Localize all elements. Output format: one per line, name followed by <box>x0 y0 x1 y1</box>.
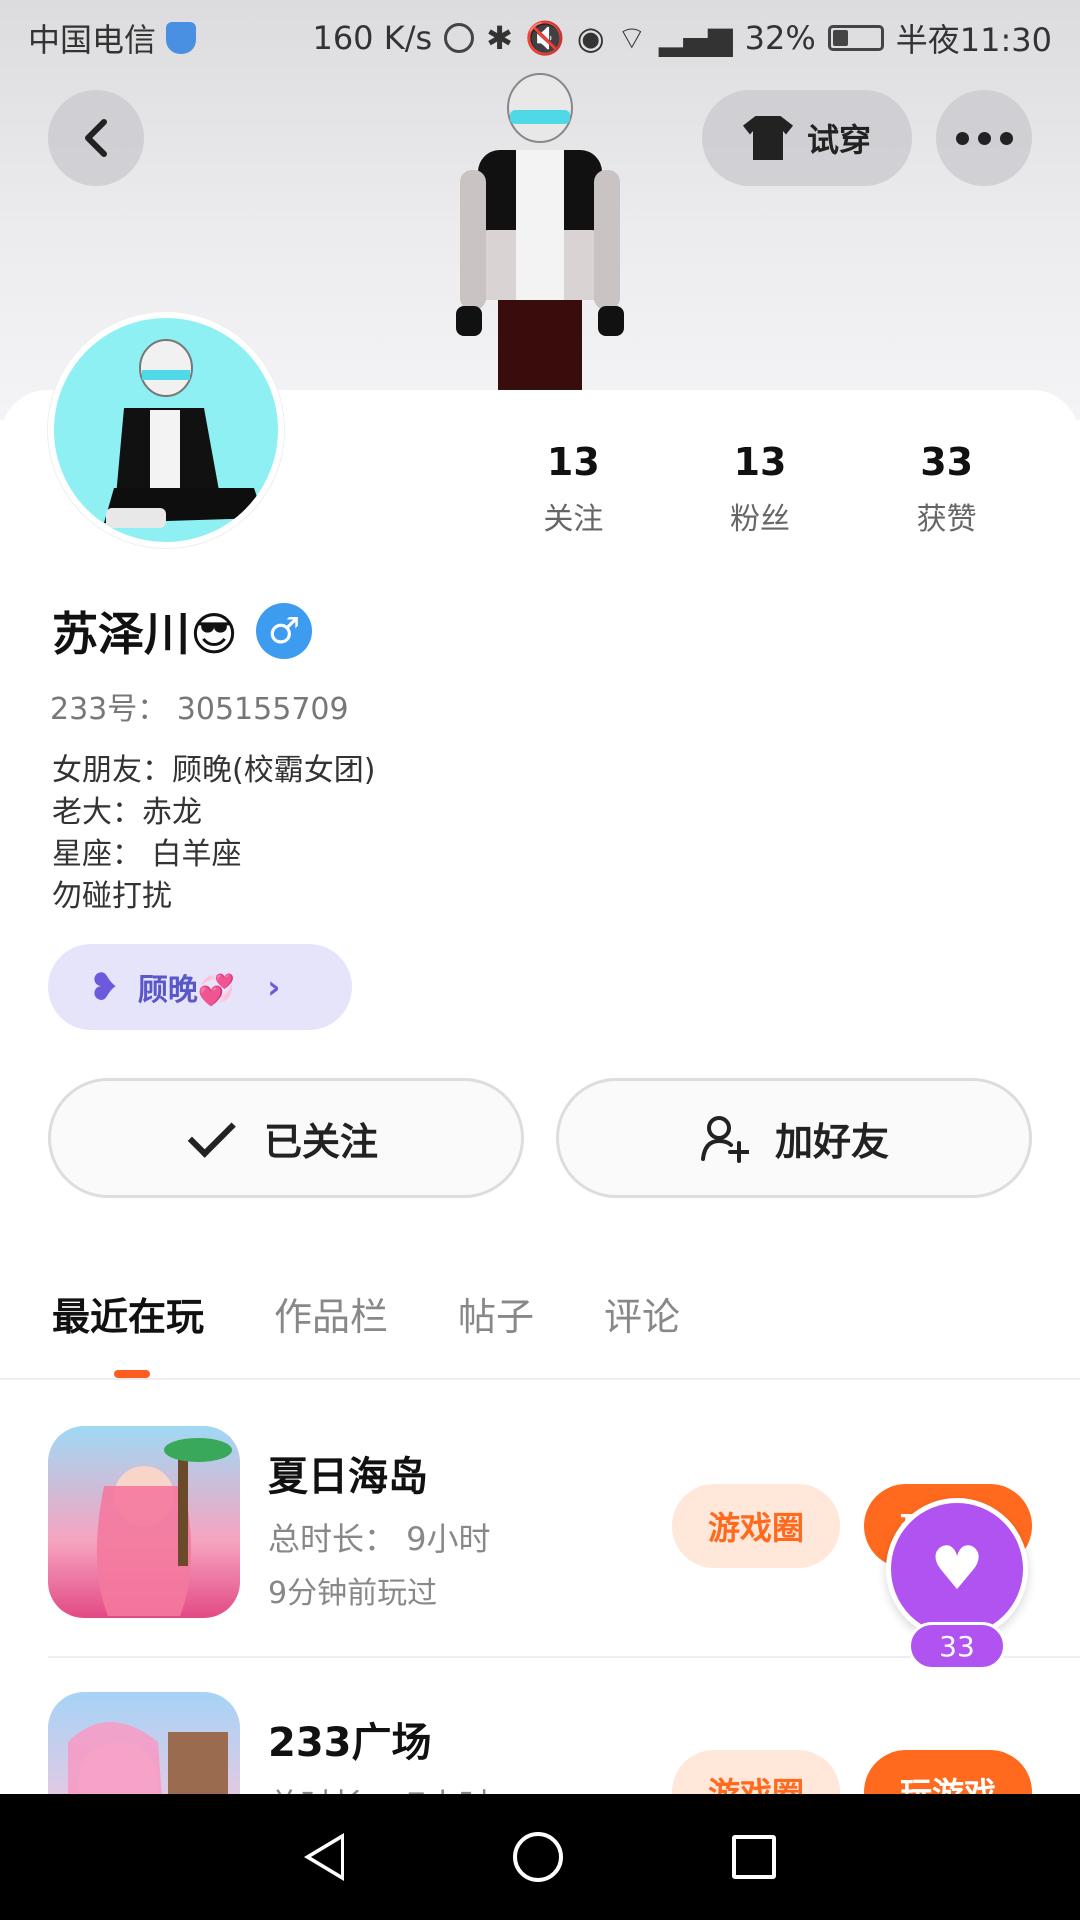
nav-back-icon[interactable] <box>304 1833 345 1881</box>
divider <box>0 1378 1080 1380</box>
check-icon <box>187 1109 236 1158</box>
try-on-button[interactable]: 试穿 <box>702 90 912 186</box>
like-button[interactable]: ♥ <box>886 1498 1028 1640</box>
game-title: 夏日海岛 <box>268 1454 428 1500</box>
signal-icon: ▂▄▆ <box>658 19 733 57</box>
stat-value: 33 <box>920 440 974 484</box>
game-circle-button[interactable]: 游戏圈 <box>672 1484 840 1568</box>
tab-comments[interactable]: 评论 <box>604 1286 680 1341</box>
status-bar: 中国电信 160 K/s ✱ 🔇 ◉ ⌔ ▂▄▆ 32% 半夜11:30 <box>0 0 1080 76</box>
name-row: 苏泽川😎 ♂ <box>52 598 312 664</box>
game-thumbnail[interactable] <box>48 1426 240 1618</box>
nav-home-icon[interactable] <box>512 1832 563 1882</box>
add-person-icon <box>700 1116 749 1163</box>
tab-posts[interactable]: 帖子 <box>458 1286 534 1341</box>
heart-icon: ❥ <box>88 965 120 1009</box>
stat-label: 关注 <box>543 502 604 537</box>
user-name: 苏泽川😎 <box>52 607 238 661</box>
followed-button[interactable]: 已关注 <box>48 1078 524 1198</box>
game-last-played: 9分钟前玩过 <box>268 1576 438 1611</box>
eye-icon: ◉ <box>576 19 605 57</box>
nav-recents-icon[interactable] <box>731 1835 776 1879</box>
notification-icon <box>444 23 475 53</box>
avatar-image <box>104 339 264 528</box>
relationship-chip[interactable]: ❥ 顾晚💞 › <box>48 944 352 1030</box>
stat-label: 粉丝 <box>730 502 790 537</box>
wifi-icon: ⌔ <box>616 19 647 57</box>
shield-icon <box>166 22 197 54</box>
bio-line: 女朋友：顾晚(校霸女团) <box>52 753 376 788</box>
carrier-label: 中国电信 <box>28 21 157 59</box>
network-speed: 160 K/s <box>312 19 433 57</box>
tab-works[interactable]: 作品栏 <box>274 1286 388 1341</box>
bio-line: 老大：赤龙 <box>52 795 202 830</box>
stat-value: 13 <box>546 440 600 484</box>
profile-tabs: 最近在玩 作品栏 帖子 评论 <box>52 1286 680 1341</box>
relationship-label: 顾晚💞 <box>137 973 236 1008</box>
more-button[interactable] <box>936 90 1032 186</box>
battery-percent: 32% <box>744 19 816 57</box>
mute-icon: 🔇 <box>524 19 565 57</box>
user-bio: 女朋友：顾晚(校霸女团) 老大：赤龙 星座： 白羊座 勿碰打扰 <box>52 750 375 918</box>
chevron-left-icon <box>85 119 107 157</box>
profile-stats: 13 关注 13 粉丝 33 获赞 <box>480 440 1040 538</box>
game-title: 233广场 <box>268 1720 432 1766</box>
add-friend-button[interactable]: 加好友 <box>556 1078 1032 1198</box>
stat-value: 13 <box>733 440 787 484</box>
try-on-label: 试穿 <box>806 121 871 159</box>
stat-label: 获赞 <box>916 502 977 537</box>
male-gender-icon: ♂ <box>255 603 312 659</box>
tshirt-icon <box>742 116 793 160</box>
back-button[interactable] <box>48 90 144 186</box>
stat-fans[interactable]: 13 粉丝 <box>667 440 854 538</box>
game-duration: 总时长： 9小时 <box>268 1520 491 1558</box>
add-friend-label: 加好友 <box>774 1119 889 1164</box>
active-tab-indicator <box>114 1370 150 1378</box>
stat-following[interactable]: 13 关注 <box>480 440 667 538</box>
avatar-3d-figure[interactable] <box>440 70 640 390</box>
avatar[interactable] <box>48 312 284 548</box>
stat-likes[interactable]: 33 获赞 <box>853 440 1040 538</box>
battery-icon <box>827 25 884 51</box>
bluetooth-icon: ✱ <box>486 19 513 57</box>
more-icon <box>955 131 1013 145</box>
like-count: 33 <box>908 1622 1006 1670</box>
user-id: 233号： 305155709 <box>50 692 349 727</box>
bio-line: 星座： 白羊座 <box>52 837 242 872</box>
chevron-right-icon: › <box>267 968 281 1006</box>
followed-label: 已关注 <box>263 1119 378 1164</box>
heart-icon: ♥ <box>930 1534 984 1604</box>
system-nav-bar <box>0 1794 1080 1920</box>
clock: 半夜11:30 <box>895 21 1052 59</box>
bio-line: 勿碰打扰 <box>52 879 172 914</box>
tab-recent-play[interactable]: 最近在玩 <box>52 1286 204 1341</box>
